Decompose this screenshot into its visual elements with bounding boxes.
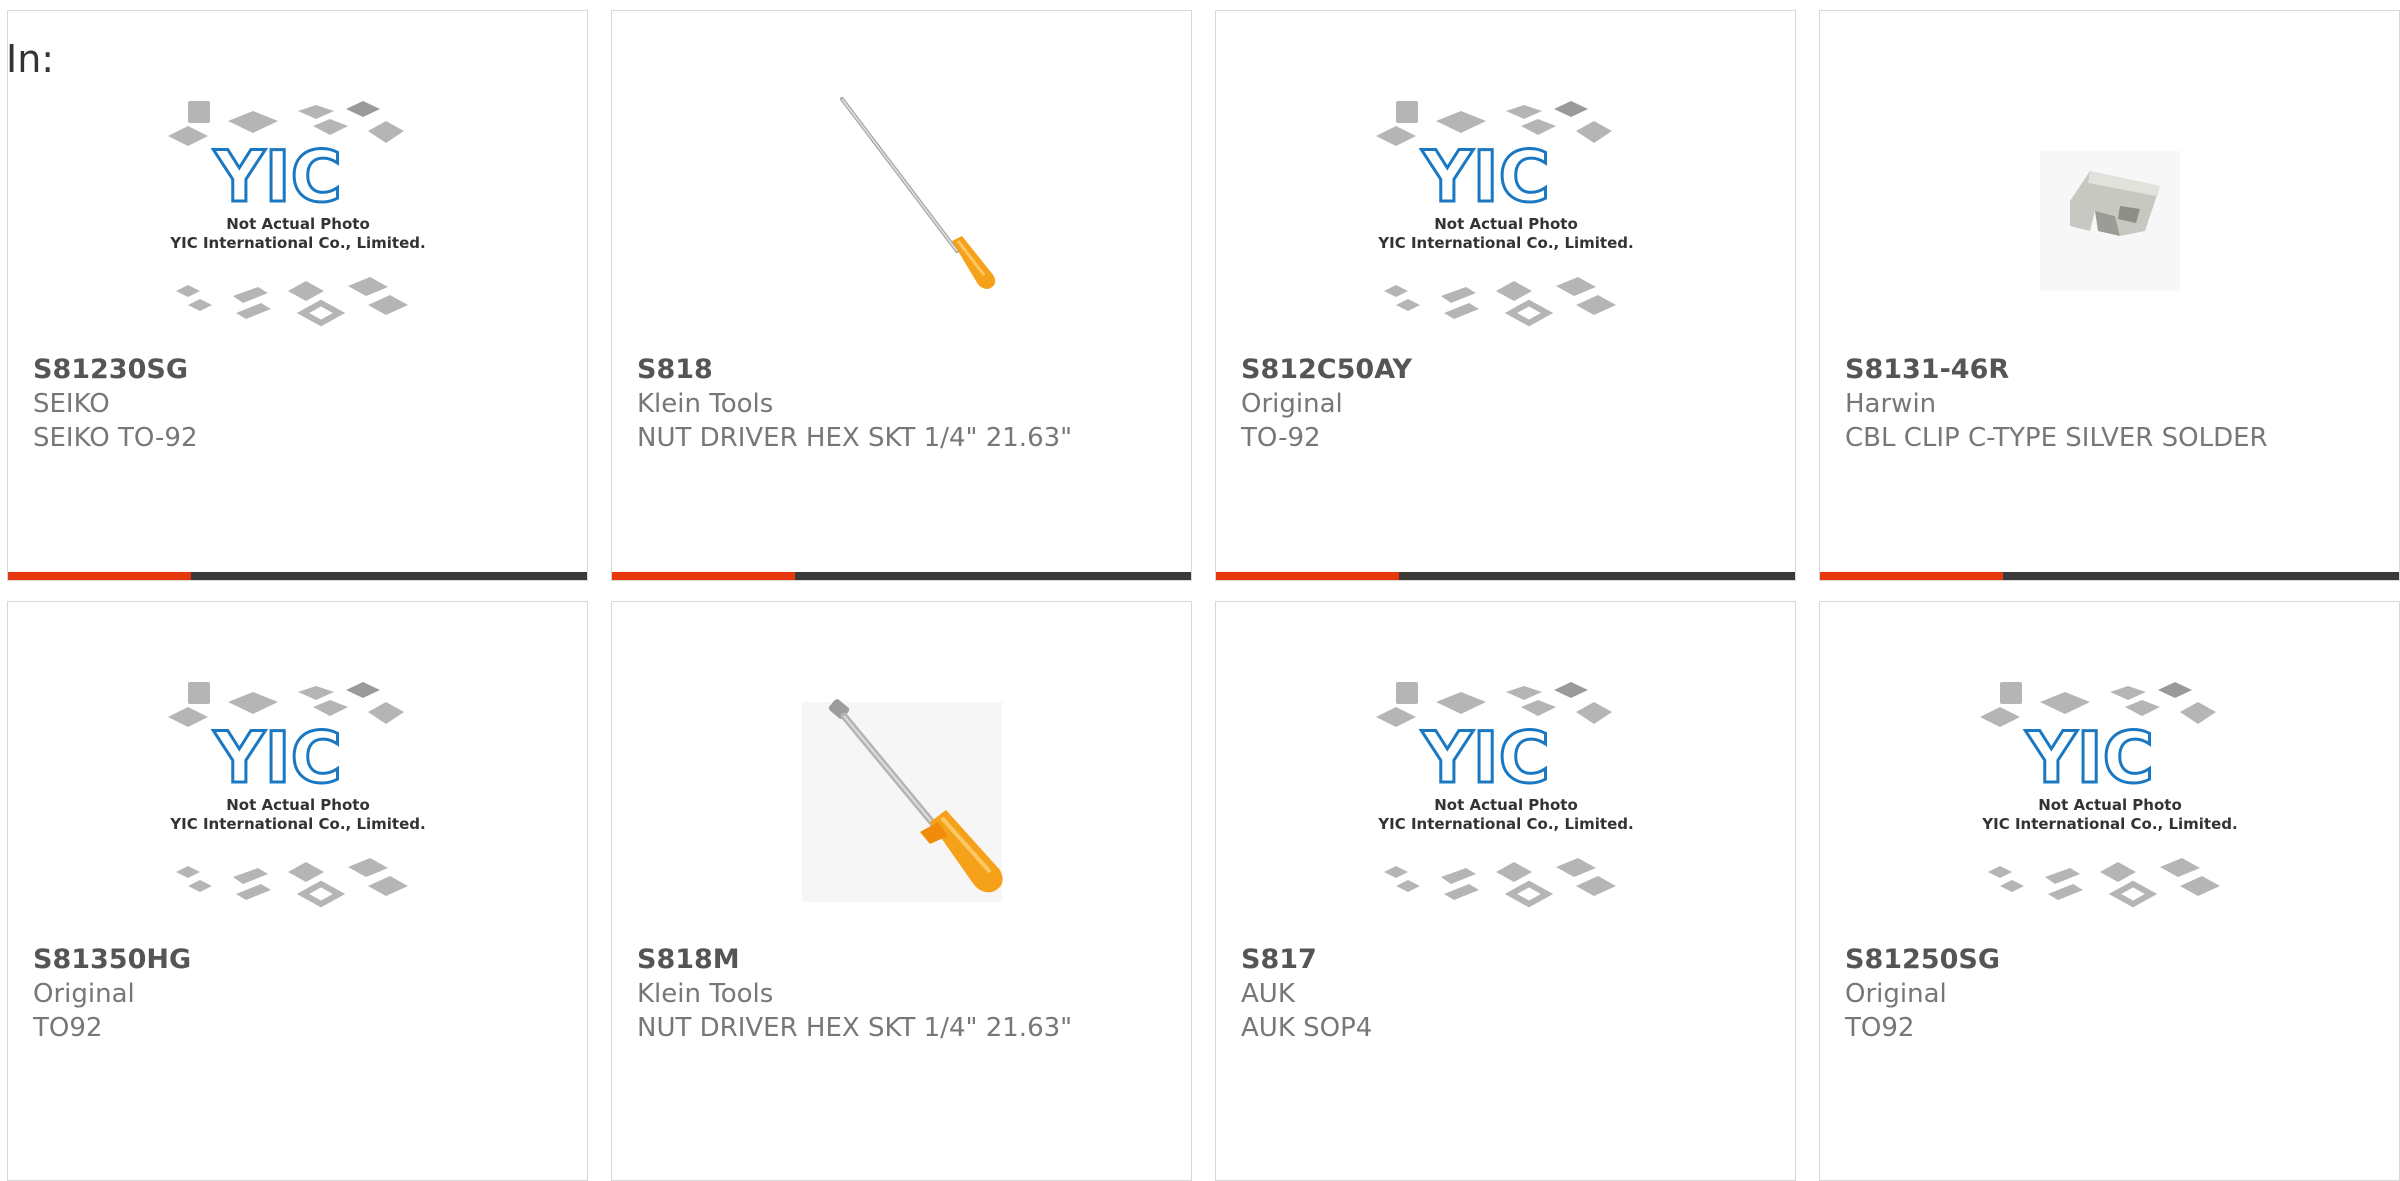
cable-clip-icon [2039, 151, 2180, 291]
manufacturer: SEIKO [33, 389, 110, 419]
product-image: YIC Not Actual Photo YIC International C… [8, 91, 587, 351]
product-card[interactable]: YIC Not Actual Photo YIC International C… [1819, 601, 2400, 1181]
svg-text:YIC International Co., Limited: YIC International Co., Limited. [1377, 234, 1633, 252]
svg-text:Not Actual Photo: Not Actual Photo [1434, 796, 1578, 814]
manufacturer: AUK [1241, 979, 1295, 1009]
part-number[interactable]: S81350HG [33, 943, 562, 977]
filter-label: In: [6, 37, 55, 81]
card-footer-accent [1216, 572, 1399, 580]
svg-text:YIC: YIC [212, 717, 341, 799]
svg-text:YIC: YIC [1420, 136, 1549, 218]
card-footer-bar [8, 572, 587, 580]
card-footer-accent [612, 572, 795, 580]
part-number[interactable]: S8131-46R [1845, 353, 2374, 387]
part-number[interactable]: S818M [637, 943, 1166, 977]
product-card[interactable]: YIC Not Actual Photo YIC International C… [7, 10, 588, 581]
product-card[interactable]: YIC Not Actual Photo YIC International C… [1215, 601, 1796, 1181]
card-footer-bar [1216, 572, 1795, 580]
manufacturer: Original [33, 979, 135, 1009]
manufacturer: Original [1241, 389, 1343, 419]
nut-driver-icon [801, 699, 1003, 902]
product-card[interactable]: YIC Not Actual Photo YIC International C… [1215, 10, 1796, 581]
description: TO92 [33, 1013, 103, 1043]
card-footer-bar [1820, 572, 2399, 580]
product-image: YIC Not Actual Photo YIC International C… [8, 672, 587, 932]
product-card[interactable]: S8131-46R Harwin CBL CLIP C-TYPE SILVER … [1819, 10, 2400, 581]
svg-text:YIC International Co., Limited: YIC International Co., Limited. [169, 234, 425, 252]
description: TO-92 [1241, 423, 1321, 453]
yic-placeholder-icon: YIC Not Actual Photo YIC International C… [167, 682, 425, 908]
product-image: YIC Not Actual Photo YIC International C… [1820, 672, 2399, 932]
yic-placeholder-icon: YIC Not Actual Photo YIC International C… [1979, 682, 2237, 908]
manufacturer: Harwin [1845, 389, 1937, 419]
yic-placeholder-icon: YIC Not Actual Photo YIC International C… [1375, 682, 1633, 908]
description: NUT DRIVER HEX SKT 1/4" 21.63" [637, 423, 1073, 453]
svg-text:YIC: YIC [1420, 717, 1549, 799]
product-image [612, 672, 1191, 932]
card-footer-accent [1820, 572, 2003, 580]
description: AUK SOP4 [1241, 1013, 1373, 1043]
svg-text:Not Actual Photo: Not Actual Photo [1434, 215, 1578, 233]
manufacturer: Original [1845, 979, 1947, 1009]
svg-text:Not Actual Photo: Not Actual Photo [226, 215, 370, 233]
svg-text:YIC International Co., Limited: YIC International Co., Limited. [1981, 815, 2237, 833]
svg-text:Not Actual Photo: Not Actual Photo [2038, 796, 2182, 814]
svg-text:Not Actual Photo: Not Actual Photo [226, 796, 370, 814]
part-number[interactable]: S817 [1241, 943, 1770, 977]
product-grid: YIC Not Actual Photo YIC International C… [0, 0, 2400, 1181]
svg-text:YIC International Co., Limited: YIC International Co., Limited. [1377, 815, 1633, 833]
part-number[interactable]: S812C50AY [1241, 353, 1770, 387]
yic-placeholder-icon: YIC Not Actual Photo YIC International C… [1375, 101, 1633, 327]
part-number[interactable]: S818 [637, 353, 1166, 387]
product-image [612, 91, 1191, 351]
card-footer-bar [612, 572, 1191, 580]
product-card[interactable]: S818 Klein Tools NUT DRIVER HEX SKT 1/4"… [611, 10, 1192, 581]
manufacturer: Klein Tools [637, 979, 774, 1009]
description: SEIKO TO-92 [33, 423, 198, 453]
product-image: YIC Not Actual Photo YIC International C… [1216, 91, 1795, 351]
product-image [1820, 91, 2399, 351]
manufacturer: Klein Tools [637, 389, 774, 419]
nut-driver-icon [839, 97, 995, 289]
product-card[interactable]: S818M Klein Tools NUT DRIVER HEX SKT 1/4… [611, 601, 1192, 1181]
svg-text:YIC: YIC [2024, 717, 2153, 799]
yic-placeholder-icon: YIC Not Actual Photo YIC International C… [167, 101, 425, 327]
svg-text:YIC: YIC [212, 136, 341, 218]
description: TO92 [1845, 1013, 1915, 1043]
svg-text:YIC International Co., Limited: YIC International Co., Limited. [169, 815, 425, 833]
product-image: YIC Not Actual Photo YIC International C… [1216, 672, 1795, 932]
part-number[interactable]: S81230SG [33, 353, 562, 387]
description: CBL CLIP C-TYPE SILVER SOLDER [1845, 423, 2268, 453]
product-card[interactable]: YIC Not Actual Photo YIC International C… [7, 601, 588, 1181]
description: NUT DRIVER HEX SKT 1/4" 21.63" [637, 1013, 1073, 1043]
part-number[interactable]: S81250SG [1845, 943, 2374, 977]
card-footer-accent [8, 572, 191, 580]
